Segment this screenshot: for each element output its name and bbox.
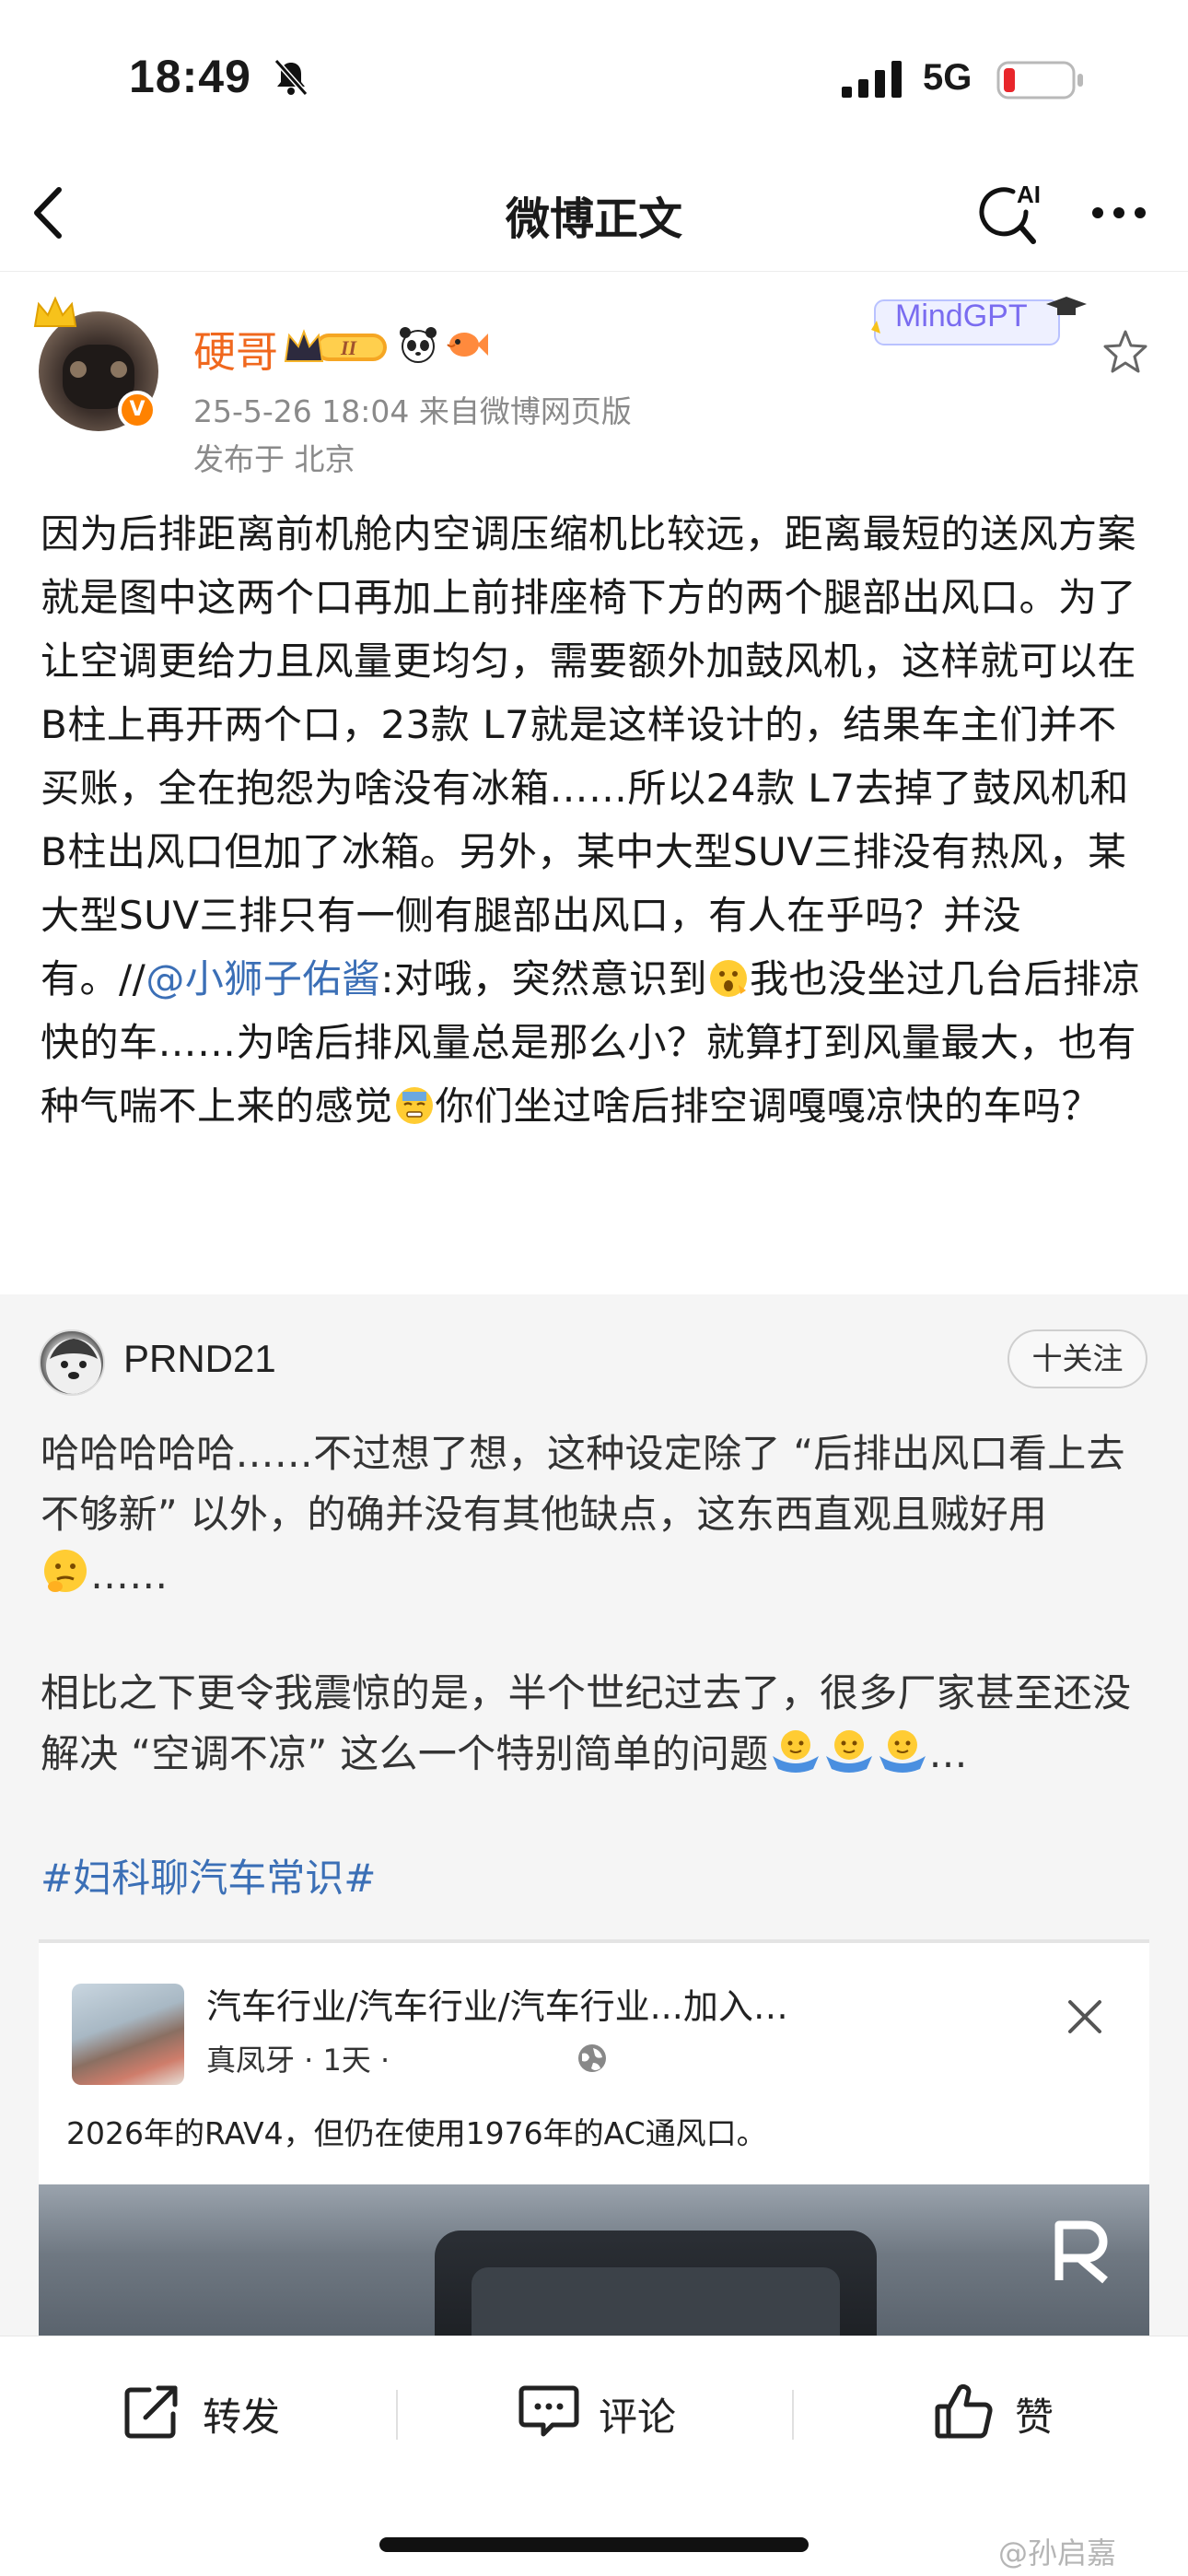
favorite-star-icon[interactable] (1101, 328, 1149, 376)
comment-label: 评论 (599, 2395, 677, 2440)
signal-icon (842, 61, 902, 98)
topic-hashtag[interactable]: #妇科聊汽车常识# (41, 1847, 376, 1903)
more-icon[interactable] (1087, 190, 1151, 236)
comment-button[interactable]: 评论 (518, 2377, 729, 2443)
panda-icon (400, 327, 437, 363)
card-caption: 2026年的RAV4，但仍在使用1976年的AC通风口。 (66, 2115, 767, 2151)
toolbar-divider (396, 2390, 398, 2440)
author-name[interactable]: 硬哥 (193, 319, 278, 380)
post-text: 因为后排距离前机舱内空调压缩机比较远，距离最短的送风方案就是图中这两个口再加上前… (41, 511, 1137, 1001)
bottom-toolbar: 转发 评论 赞 (0, 2336, 1188, 2483)
post-text: 你们坐过啥后排空调嘎嘎凉快的车吗？ (435, 1083, 1101, 1129)
thinking-emoji-icon (44, 1550, 87, 1592)
repost-text: 哈哈哈哈哈……不过想了想，这种设定除了 “后排出风口看上去不够新” 以外，的确并… (41, 1431, 1125, 1537)
verified-icon: V (118, 391, 157, 429)
home-indicator[interactable] (379, 2537, 809, 2552)
like-button[interactable]: 赞 (934, 2377, 1100, 2443)
ai-label: AI (1017, 181, 1041, 208)
comment-icon (518, 2385, 579, 2437)
repost-label: 转发 (203, 2395, 281, 2440)
status-time: 18:49 (129, 51, 251, 102)
post-location: 发布于 北京 (193, 441, 355, 477)
repost-avatar[interactable] (39, 1329, 105, 1396)
card-source: 真凤牙 · 1天 · (206, 2043, 390, 2078)
shrug-emoji-icon (772, 1730, 819, 1773)
husky-avatar-icon (46, 1339, 101, 1394)
close-icon[interactable] (1063, 1995, 1107, 2039)
battery-icon (996, 61, 1083, 100)
thumbs-up-icon (935, 2383, 993, 2439)
repost-author-name[interactable]: PRND21 (123, 1337, 276, 1381)
shrug-emoji-icon (825, 1730, 872, 1773)
status-bar: 18:49 5G (0, 0, 1188, 157)
avatar-eye-left (70, 361, 87, 378)
follow-button[interactable]: 十关注 (1007, 1329, 1147, 1388)
card-title[interactable]: 汽车行业/汽车行业/汽车行业...加入… (206, 1978, 788, 2029)
shrug-emoji-icon (879, 1730, 926, 1773)
card-video-preview[interactable] (39, 2184, 1149, 2336)
like-label: 赞 (1015, 2395, 1054, 2440)
fish-icon (447, 333, 488, 357)
repost-text-tail: …… (90, 1552, 169, 1598)
toolbar-divider (792, 2390, 794, 2440)
card-thumbnail (72, 1984, 184, 2085)
author-header: V 硬哥 II 25-5-26 18:04 来自微博网页版 发布于 北京 Min… (0, 276, 1188, 488)
mention-link[interactable]: @小狮子佑酱 (146, 956, 380, 1001)
network-label: 5G (923, 57, 973, 98)
nav-bar: 微博正文 AI (0, 157, 1188, 272)
share-icon (124, 2385, 178, 2439)
globe-icon (578, 2044, 606, 2072)
post-text: :对哦，突然意识到 (380, 956, 707, 1001)
level-text: II (340, 336, 358, 359)
post-body: 因为后排距离前机舱内空调压缩机比较远，距离最短的送风方案就是图中这两个口再加上前… (41, 502, 1155, 1138)
mindgpt-label: MindGPT (895, 299, 1028, 334)
ai-search-icon[interactable]: AI (976, 175, 1050, 249)
surprised-emoji-icon (709, 960, 747, 997)
embedded-card[interactable]: 汽车行业/汽车行业/汽车行业...加入… 真凤牙 · 1天 · 2026年的RA… (39, 1939, 1149, 2336)
r-logo-icon (1054, 2220, 1108, 2284)
vip-level-badge: II (284, 329, 387, 362)
repost-paragraph: 相比之下更令我震惊的是，半个世纪过去了，很多厂家甚至还没解决 “空调不凉” 这么… (41, 1663, 1155, 1785)
post-meta: 25-5-26 18:04 来自微博网页版 (193, 393, 632, 429)
repost-button[interactable]: 转发 (122, 2377, 333, 2443)
exhausted-emoji-icon (395, 1087, 433, 1124)
repost-text-tail: … (928, 1731, 968, 1776)
reposted-content[interactable]: PRND21 十关注 哈哈哈哈哈……不过想了想，这种设定除了 “后排出风口看上去… (0, 1294, 1188, 2336)
avatar-eye-right (111, 361, 127, 378)
watermark: @孙启嘉 (998, 2535, 1117, 2570)
bell-muted-icon (274, 59, 309, 96)
crown-icon (33, 296, 77, 327)
air-vent-inner (472, 2267, 840, 2336)
repost-paragraph: 哈哈哈哈哈……不过想了想，这种设定除了 “后排出风口看上去不够新” 以外，的确并… (41, 1423, 1155, 1606)
